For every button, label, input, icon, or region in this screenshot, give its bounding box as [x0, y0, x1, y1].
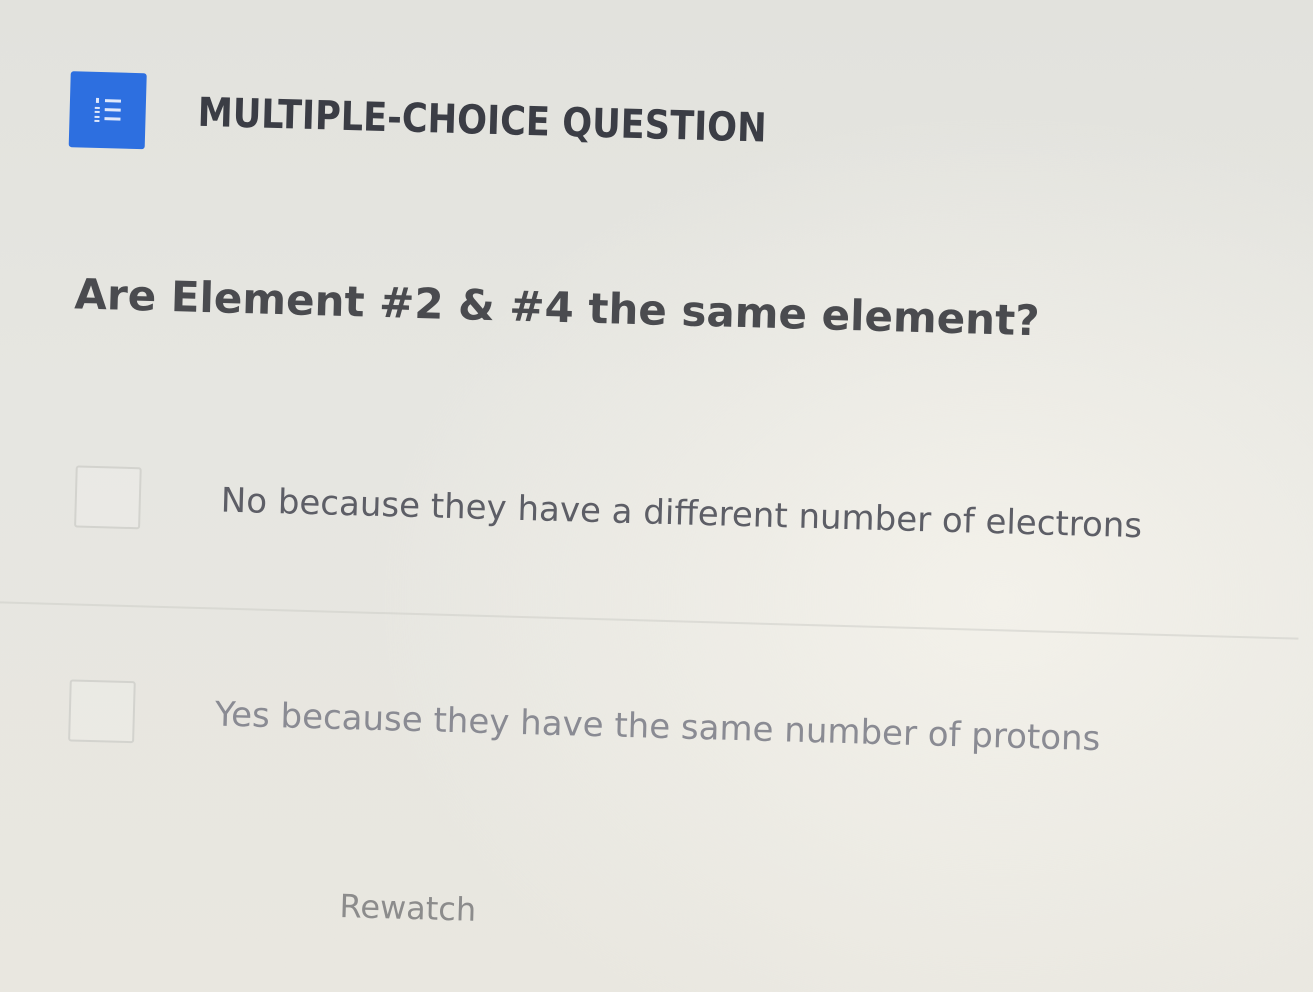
question-card: MULTIPLE-CHOICE QUESTION Are Element #2 … [0, 0, 1313, 992]
option-label[interactable]: No because they have a different number … [220, 481, 1142, 547]
numbered-list-icon [68, 71, 147, 150]
answer-option[interactable]: No because they have a different number … [74, 465, 1143, 557]
option-checkbox[interactable] [68, 679, 136, 744]
rewatch-button[interactable]: Rewatch [339, 887, 477, 929]
question-type-label: MULTIPLE-CHOICE QUESTION [197, 89, 768, 152]
option-checkbox[interactable] [74, 465, 142, 530]
option-label[interactable]: Yes because they have the same number of… [214, 694, 1101, 759]
option-divider [0, 601, 1299, 640]
answer-option[interactable]: Yes because they have the same number of… [68, 679, 1101, 770]
question-header: MULTIPLE-CHOICE QUESTION [68, 71, 845, 169]
question-text: Are Element #2 & #4 the same element? [73, 269, 1041, 346]
